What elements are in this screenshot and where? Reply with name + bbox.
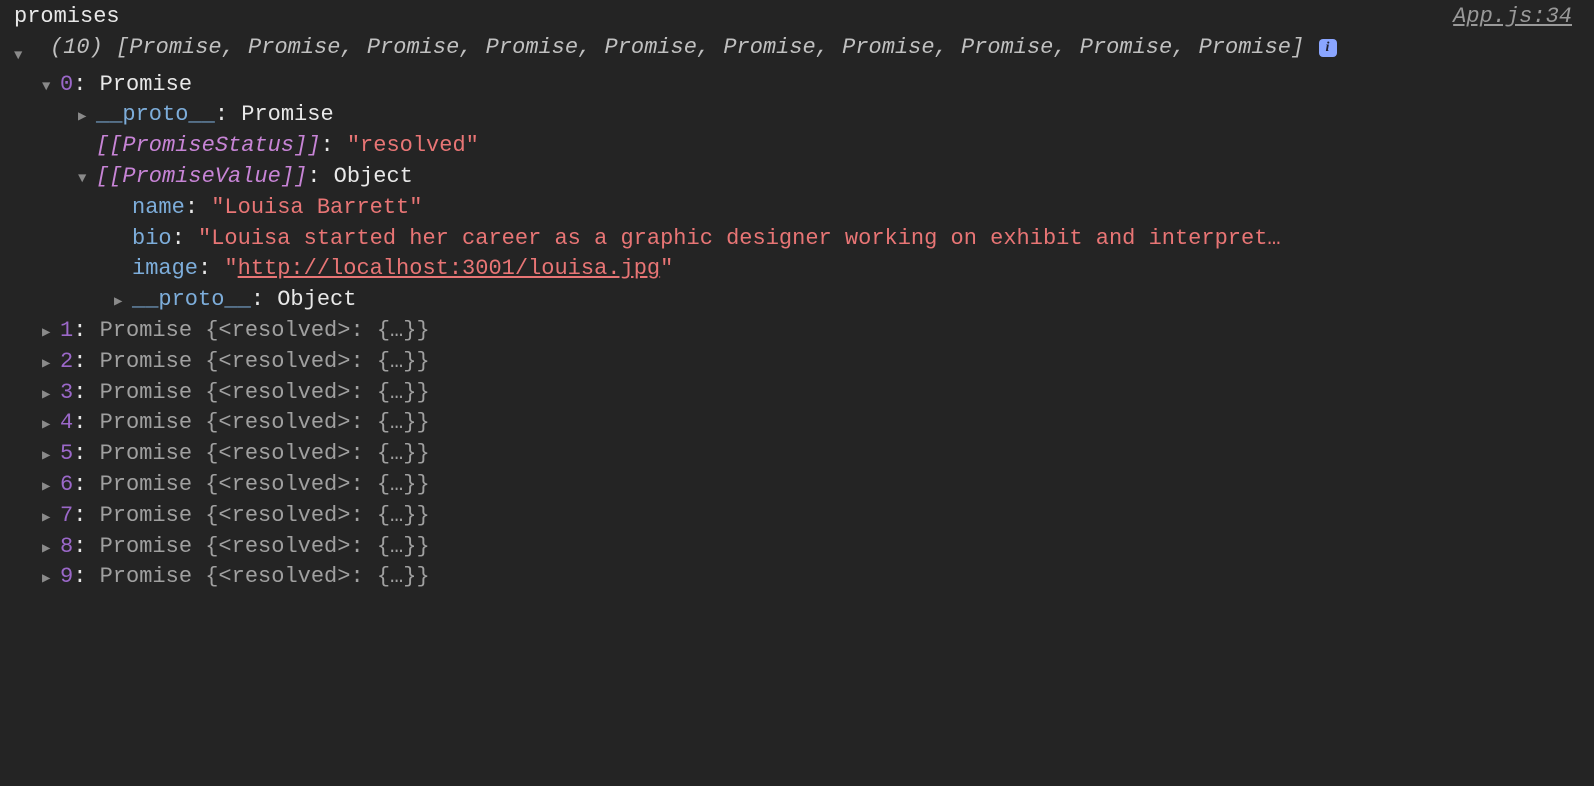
expand-arrow-icon[interactable]	[14, 39, 32, 70]
item-index: 6	[60, 472, 73, 497]
array-item-collapsed[interactable]: 3: Promise {<resolved>: {…}}	[14, 378, 1586, 409]
promise-status-row: [[PromiseStatus]]: "resolved"	[14, 131, 1586, 162]
array-summary-text: [Promise, Promise, Promise, Promise, Pro…	[116, 35, 1304, 60]
obj-image-row: image: "http://localhost:3001/louisa.jpg…	[14, 254, 1586, 285]
quote: "	[224, 256, 237, 281]
proto-value: Promise	[241, 102, 333, 127]
item-preview: Promise {<resolved>: {…}}	[100, 410, 430, 435]
item-type: Promise	[100, 72, 192, 97]
array-item-collapsed[interactable]: 5: Promise {<resolved>: {…}}	[14, 439, 1586, 470]
value-type: Object	[334, 164, 413, 189]
source-link[interactable]: App.js:34	[1453, 2, 1572, 33]
info-icon[interactable]: i	[1319, 39, 1337, 57]
proto-key: __proto__	[96, 102, 215, 127]
rest-items-container: 1: Promise {<resolved>: {…}}2: Promise {…	[14, 316, 1586, 593]
item-index: 2	[60, 349, 73, 374]
item-index: 5	[60, 441, 73, 466]
array-item-collapsed[interactable]: 2: Promise {<resolved>: {…}}	[14, 347, 1586, 378]
promise-value-row[interactable]: [[PromiseValue]]: Object	[14, 162, 1586, 193]
item-preview: Promise {<resolved>: {…}}	[100, 349, 430, 374]
proto-outer-row[interactable]: __proto__: Promise	[14, 100, 1586, 131]
internal-key: [[PromiseStatus]]	[96, 133, 320, 158]
item-preview: Promise {<resolved>: {…}}	[100, 318, 430, 343]
item-preview: Promise {<resolved>: {…}}	[100, 564, 430, 589]
expand-arrow-icon[interactable]	[42, 501, 60, 532]
expand-arrow-icon[interactable]	[78, 100, 96, 131]
obj-proto-row[interactable]: __proto__: Object	[14, 285, 1586, 316]
expand-arrow-icon[interactable]	[42, 347, 60, 378]
prop-value: "Louisa started her career as a graphic …	[198, 226, 1281, 251]
array-count: (10)	[50, 35, 103, 60]
expand-arrow-icon[interactable]	[42, 378, 60, 409]
item-preview: Promise {<resolved>: {…}}	[100, 534, 430, 559]
item-index: 4	[60, 410, 73, 435]
item-preview: Promise {<resolved>: {…}}	[100, 380, 430, 405]
expand-arrow-icon[interactable]	[78, 162, 96, 193]
expand-arrow-icon[interactable]	[42, 532, 60, 563]
obj-bio-row: bio: "Louisa started her career as a gra…	[14, 224, 1586, 255]
expand-arrow-icon[interactable]	[42, 470, 60, 501]
item-preview: Promise {<resolved>: {…}}	[100, 503, 430, 528]
array-item-0[interactable]: 0: Promise	[14, 70, 1586, 101]
item-preview: Promise {<resolved>: {…}}	[100, 441, 430, 466]
obj-name-row: name: "Louisa Barrett"	[14, 193, 1586, 224]
expand-arrow-icon[interactable]	[114, 285, 132, 316]
prop-key: image	[132, 256, 198, 281]
expand-arrow-icon[interactable]	[42, 408, 60, 439]
log-label: promises	[14, 2, 120, 33]
array-summary-row[interactable]: (10) [Promise, Promise, Promise, Promise…	[14, 33, 1586, 70]
proto-value: Object	[277, 287, 356, 312]
array-item-collapsed[interactable]: 6: Promise {<resolved>: {…}}	[14, 470, 1586, 501]
array-item-collapsed[interactable]: 1: Promise {<resolved>: {…}}	[14, 316, 1586, 347]
expand-arrow-icon[interactable]	[42, 562, 60, 593]
quote: "	[660, 256, 673, 281]
item-index: 1	[60, 318, 73, 343]
item-index: 7	[60, 503, 73, 528]
prop-value: "Louisa Barrett"	[211, 195, 422, 220]
item-index: 0	[60, 72, 73, 97]
proto-key: __proto__	[132, 287, 251, 312]
expand-arrow-icon[interactable]	[42, 439, 60, 470]
item-preview: Promise {<resolved>: {…}}	[100, 472, 430, 497]
image-url-link[interactable]: http://localhost:3001/louisa.jpg	[238, 256, 660, 281]
expand-arrow-icon[interactable]	[42, 70, 60, 101]
log-header-row: promises App.js:34	[14, 2, 1586, 33]
array-item-collapsed[interactable]: 7: Promise {<resolved>: {…}}	[14, 501, 1586, 532]
item-index: 9	[60, 564, 73, 589]
item-index: 8	[60, 534, 73, 559]
console-log-entry: promises App.js:34 (10) [Promise, Promis…	[0, 0, 1594, 601]
array-item-collapsed[interactable]: 4: Promise {<resolved>: {…}}	[14, 408, 1586, 439]
prop-key: name	[132, 195, 185, 220]
item-index: 3	[60, 380, 73, 405]
array-item-collapsed[interactable]: 8: Promise {<resolved>: {…}}	[14, 532, 1586, 563]
expand-arrow-icon[interactable]	[42, 316, 60, 347]
array-item-collapsed[interactable]: 9: Promise {<resolved>: {…}}	[14, 562, 1586, 593]
status-value: "resolved"	[347, 133, 479, 158]
internal-key: [[PromiseValue]]	[96, 164, 307, 189]
prop-key: bio	[132, 226, 172, 251]
